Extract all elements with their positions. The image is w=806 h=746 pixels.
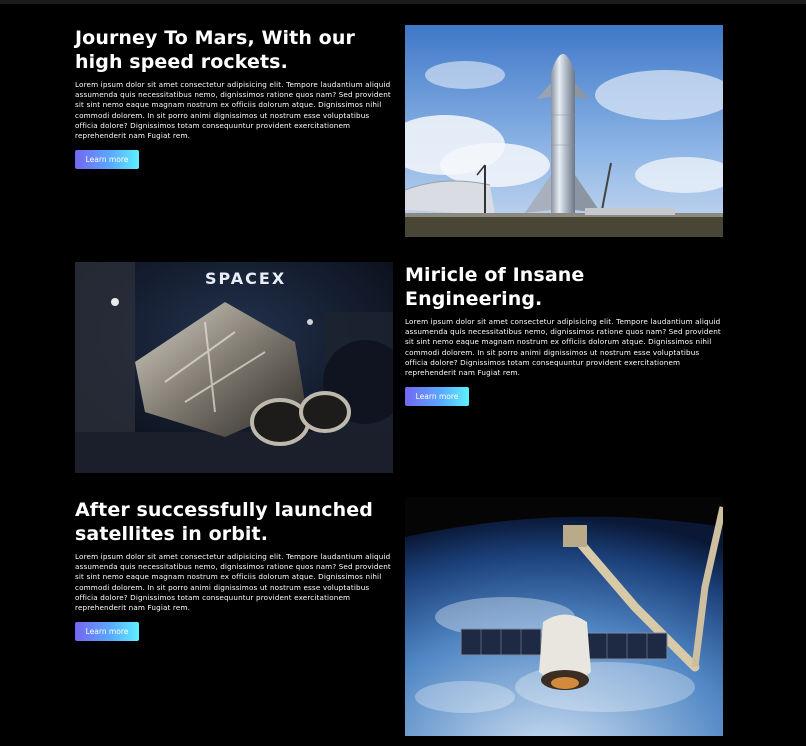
rocket-image: [405, 25, 723, 237]
learn-more-button[interactable]: Learn more: [75, 622, 139, 642]
learn-more-button[interactable]: Learn more: [75, 150, 139, 170]
section-text: Miricle of Insane Engineering. Lorem ips…: [405, 263, 723, 407]
section-text: After successfully launched satellites i…: [75, 498, 393, 642]
section-text: Journey To Mars, With our high speed roc…: [75, 26, 393, 170]
engine-image: SPACEX: [75, 262, 393, 473]
section-title: Journey To Mars, With our high speed roc…: [75, 27, 355, 73]
section-title: After successfully launched satellites i…: [75, 499, 373, 545]
section-title: Miricle of Insane Engineering.: [405, 264, 585, 310]
satellite-image: [405, 497, 723, 736]
spacex-logo-text: SPACEX: [205, 269, 286, 288]
learn-more-button[interactable]: Learn more: [405, 387, 469, 407]
section-body: Lorem ipsum dolor sit amet consectetur a…: [405, 317, 721, 378]
section-body: Lorem ipsum dolor sit amet consectetur a…: [75, 80, 391, 141]
top-bar: [0, 0, 806, 4]
section-body: Lorem ipsum dolor sit amet consectetur a…: [75, 552, 391, 613]
